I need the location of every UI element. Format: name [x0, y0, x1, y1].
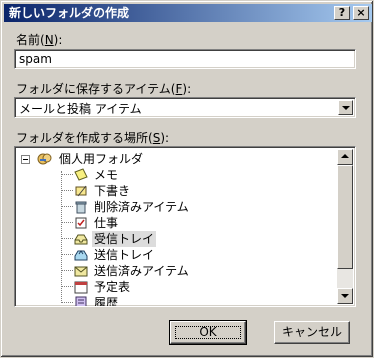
drafts-icon: [74, 184, 88, 198]
help-button[interactable]: ?: [334, 6, 350, 20]
personal-folders-icon: [37, 152, 52, 166]
window-title: 新しいフォルダの作成: [9, 6, 130, 20]
ok-button[interactable]: OK: [169, 320, 247, 345]
collapse-icon[interactable]: [21, 155, 30, 164]
scroll-thumb[interactable]: [337, 165, 353, 269]
chevron-down-icon: [342, 106, 350, 110]
folder-tree[interactable]: 個人用フォルダ メモ 下書き 削除済みアイテム 仕事 受信トレイ 送信トレイ 送…: [14, 146, 356, 307]
tree-root[interactable]: 個人用フォルダ: [17, 151, 217, 167]
tasks-icon: [74, 216, 88, 230]
tree-scrollbar[interactable]: [337, 149, 353, 304]
notes-icon: [74, 168, 88, 182]
folder-type-select[interactable]: メールと投稿 アイテム: [14, 97, 356, 118]
outbox-icon: [74, 248, 88, 262]
deleted-items-icon: [74, 200, 88, 214]
folder-type-value: メールと投稿 アイテム: [19, 102, 142, 116]
scroll-down-button[interactable]: [337, 288, 353, 304]
cancel-button[interactable]: キャンセル: [274, 321, 350, 344]
folder-name-input[interactable]: [14, 49, 356, 69]
chevron-down-icon: [341, 294, 349, 298]
location-label: フォルダを作成する場所(S):: [16, 131, 170, 145]
name-label: 名前(N):: [16, 33, 63, 47]
folder-type-label: フォルダに保存するアイテム(F):: [16, 82, 192, 96]
calendar-icon: [74, 280, 88, 294]
inbox-icon: [74, 232, 88, 246]
journal-icon: [74, 296, 88, 306]
scroll-up-button[interactable]: [337, 149, 353, 165]
new-folder-dialog: 新しいフォルダの作成 ? × 名前(N): フォルダに保存するアイテム(F): …: [0, 0, 374, 358]
title-bar[interactable]: 新しいフォルダの作成 ? ×: [4, 4, 372, 22]
dropdown-button[interactable]: [338, 100, 353, 115]
sent-items-icon: [74, 264, 88, 278]
tree-root-label: 個人用フォルダ: [59, 152, 144, 166]
chevron-up-icon: [341, 154, 349, 158]
close-button[interactable]: ×: [353, 6, 369, 20]
